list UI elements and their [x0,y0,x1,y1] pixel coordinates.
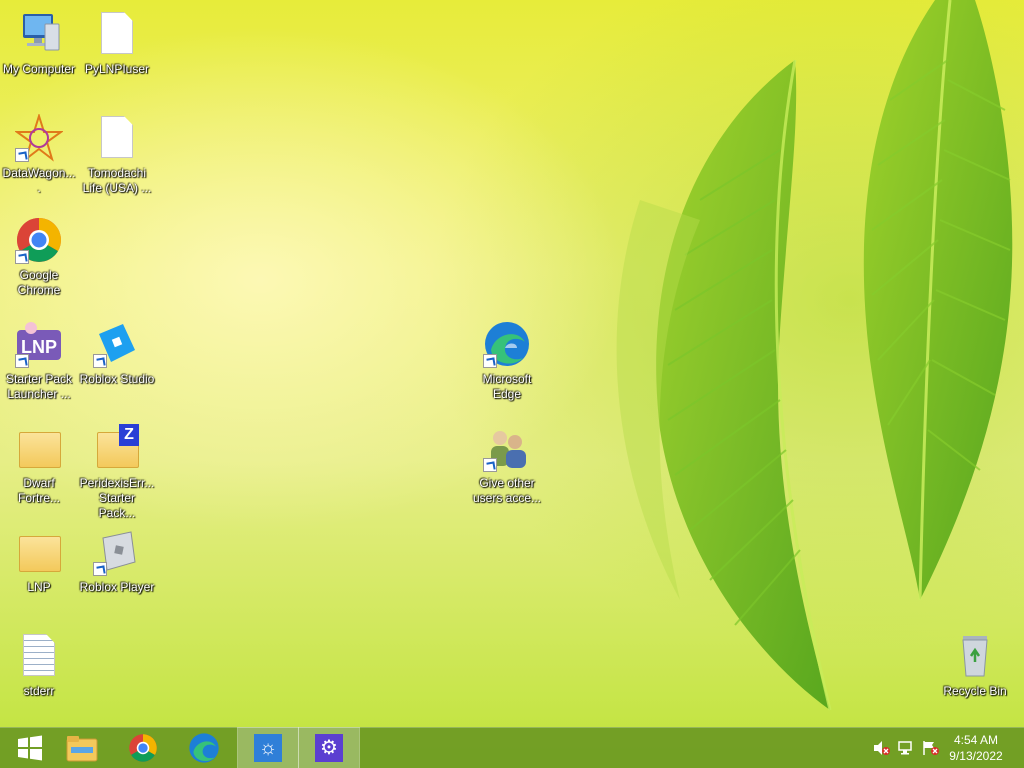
taskbar-clock[interactable]: 4:54 AM 9/13/2022 [946,732,1006,764]
desktop-icon-dwarf-fortress[interactable]: Dwarf Fortre... [1,424,77,506]
datawagon-star-icon [13,112,65,162]
desktop-icon-my-computer[interactable]: My Computer [1,10,77,77]
desktop-icon-give-other-users-access[interactable]: Give other users acce... [469,424,545,506]
settings-gear-icon: ⚙ [315,734,343,762]
desktop-icon-label: Roblox Studio [79,372,155,386]
desktop-icon-label: stderr [23,684,55,698]
roblox-player-icon [93,528,141,576]
desktop-icon-label: Google Chrome [17,268,61,297]
action-center-flag-icon [923,741,939,755]
recycle-bin-icon [951,632,999,680]
shortcut-arrow-icon [93,562,107,576]
shortcut-arrow-icon [483,354,497,368]
taskbar-file-explorer[interactable] [52,728,112,768]
shortcut-arrow-icon [15,148,29,162]
edge-icon [483,320,531,368]
roblox-studio-icon [93,320,141,368]
desktop-icon-label: Dwarf Fortre... [17,476,60,505]
desktop-icon-label: Roblox Player [79,580,155,594]
desktop-icon-label: PeridexisErr... Starter Pack... [79,476,155,520]
blank-file-icon [93,10,141,58]
folder-icon [15,424,63,472]
desktop-icon-datawagon[interactable]: DataWagon.... [1,112,77,196]
taskbar-brightness-app[interactable]: ☼ [237,727,299,768]
text-file-icon [15,632,63,680]
desktop-icon-label: Microsoft Edge [482,372,532,401]
desktop-icon-roblox-player[interactable]: Roblox Player [79,528,155,595]
desktop-icon-microsoft-edge[interactable]: Microsoft Edge [469,320,545,402]
desktop-icon-pylnpiuser[interactable]: PyLNPIuser [79,10,155,77]
chrome-icon [15,216,63,264]
zip-folder-icon: Z [93,424,141,472]
shortcut-arrow-icon [483,458,497,472]
desktop-icon-lnp[interactable]: LNP [1,528,77,595]
desktop-icon-label: PyLNPIuser [84,62,150,76]
users-icon [483,424,531,472]
computer-icon [15,10,63,58]
taskbar-chrome[interactable] [113,728,173,768]
network-icon [898,741,912,755]
desktop-icon-label: My Computer [2,62,76,76]
desktop-icon-label: DataWagon.... [2,166,76,195]
tray-action-center[interactable] [922,740,940,761]
desktop-icon-label: Give other users acce... [472,476,542,505]
desktop-icon-label: Tomodachi Life (USA) ... [82,166,152,195]
desktop-icon-tomodachi-life[interactable]: Tomodachi Life (USA) ... [79,114,155,196]
shortcut-arrow-icon [15,250,29,264]
desktop-icon-label: Starter Pack Launcher ... [5,372,73,401]
taskbar-edge[interactable] [174,728,234,768]
folder-icon [15,528,63,576]
desktop-icon-label: LNP [27,580,51,594]
desktop-icon-label: Recycle Bin [943,684,1007,698]
shortcut-arrow-icon [93,354,107,368]
tray-network[interactable] [898,740,916,761]
brightness-app-icon: ☼ [254,734,282,762]
blank-file-icon [93,114,141,162]
taskbar-settings[interactable]: ⚙ [298,727,360,768]
desktop-icon-stderr[interactable]: stderr [1,632,77,699]
edge-icon [189,733,219,763]
lnp-launcher-icon: LNP [15,320,63,368]
taskbar: ☼ ⚙ 4:54 AM 9/13/2022 [0,727,1024,768]
desktop-icon-google-chrome[interactable]: Google Chrome [1,216,77,298]
clock-time: 4:54 AM [953,733,999,747]
tray-volume[interactable] [873,740,891,761]
start-button[interactable] [0,728,60,768]
clock-date: 9/13/2022 [949,749,1003,763]
file-explorer-icon [66,736,98,762]
chrome-icon [129,734,157,762]
volume-muted-icon [874,741,890,755]
desktop-icon-starter-pack-launcher[interactable]: LNP Starter Pack Launcher ... [1,320,77,402]
desktop-icon-peridexiserr-starter-pack[interactable]: Z PeridexisErr... Starter Pack... [79,424,155,521]
shortcut-arrow-icon [15,354,29,368]
windows-start-icon [18,735,42,761]
desktop-icon-roblox-studio[interactable]: Roblox Studio [79,320,155,387]
desktop-icon-recycle-bin[interactable]: Recycle Bin [937,632,1013,699]
